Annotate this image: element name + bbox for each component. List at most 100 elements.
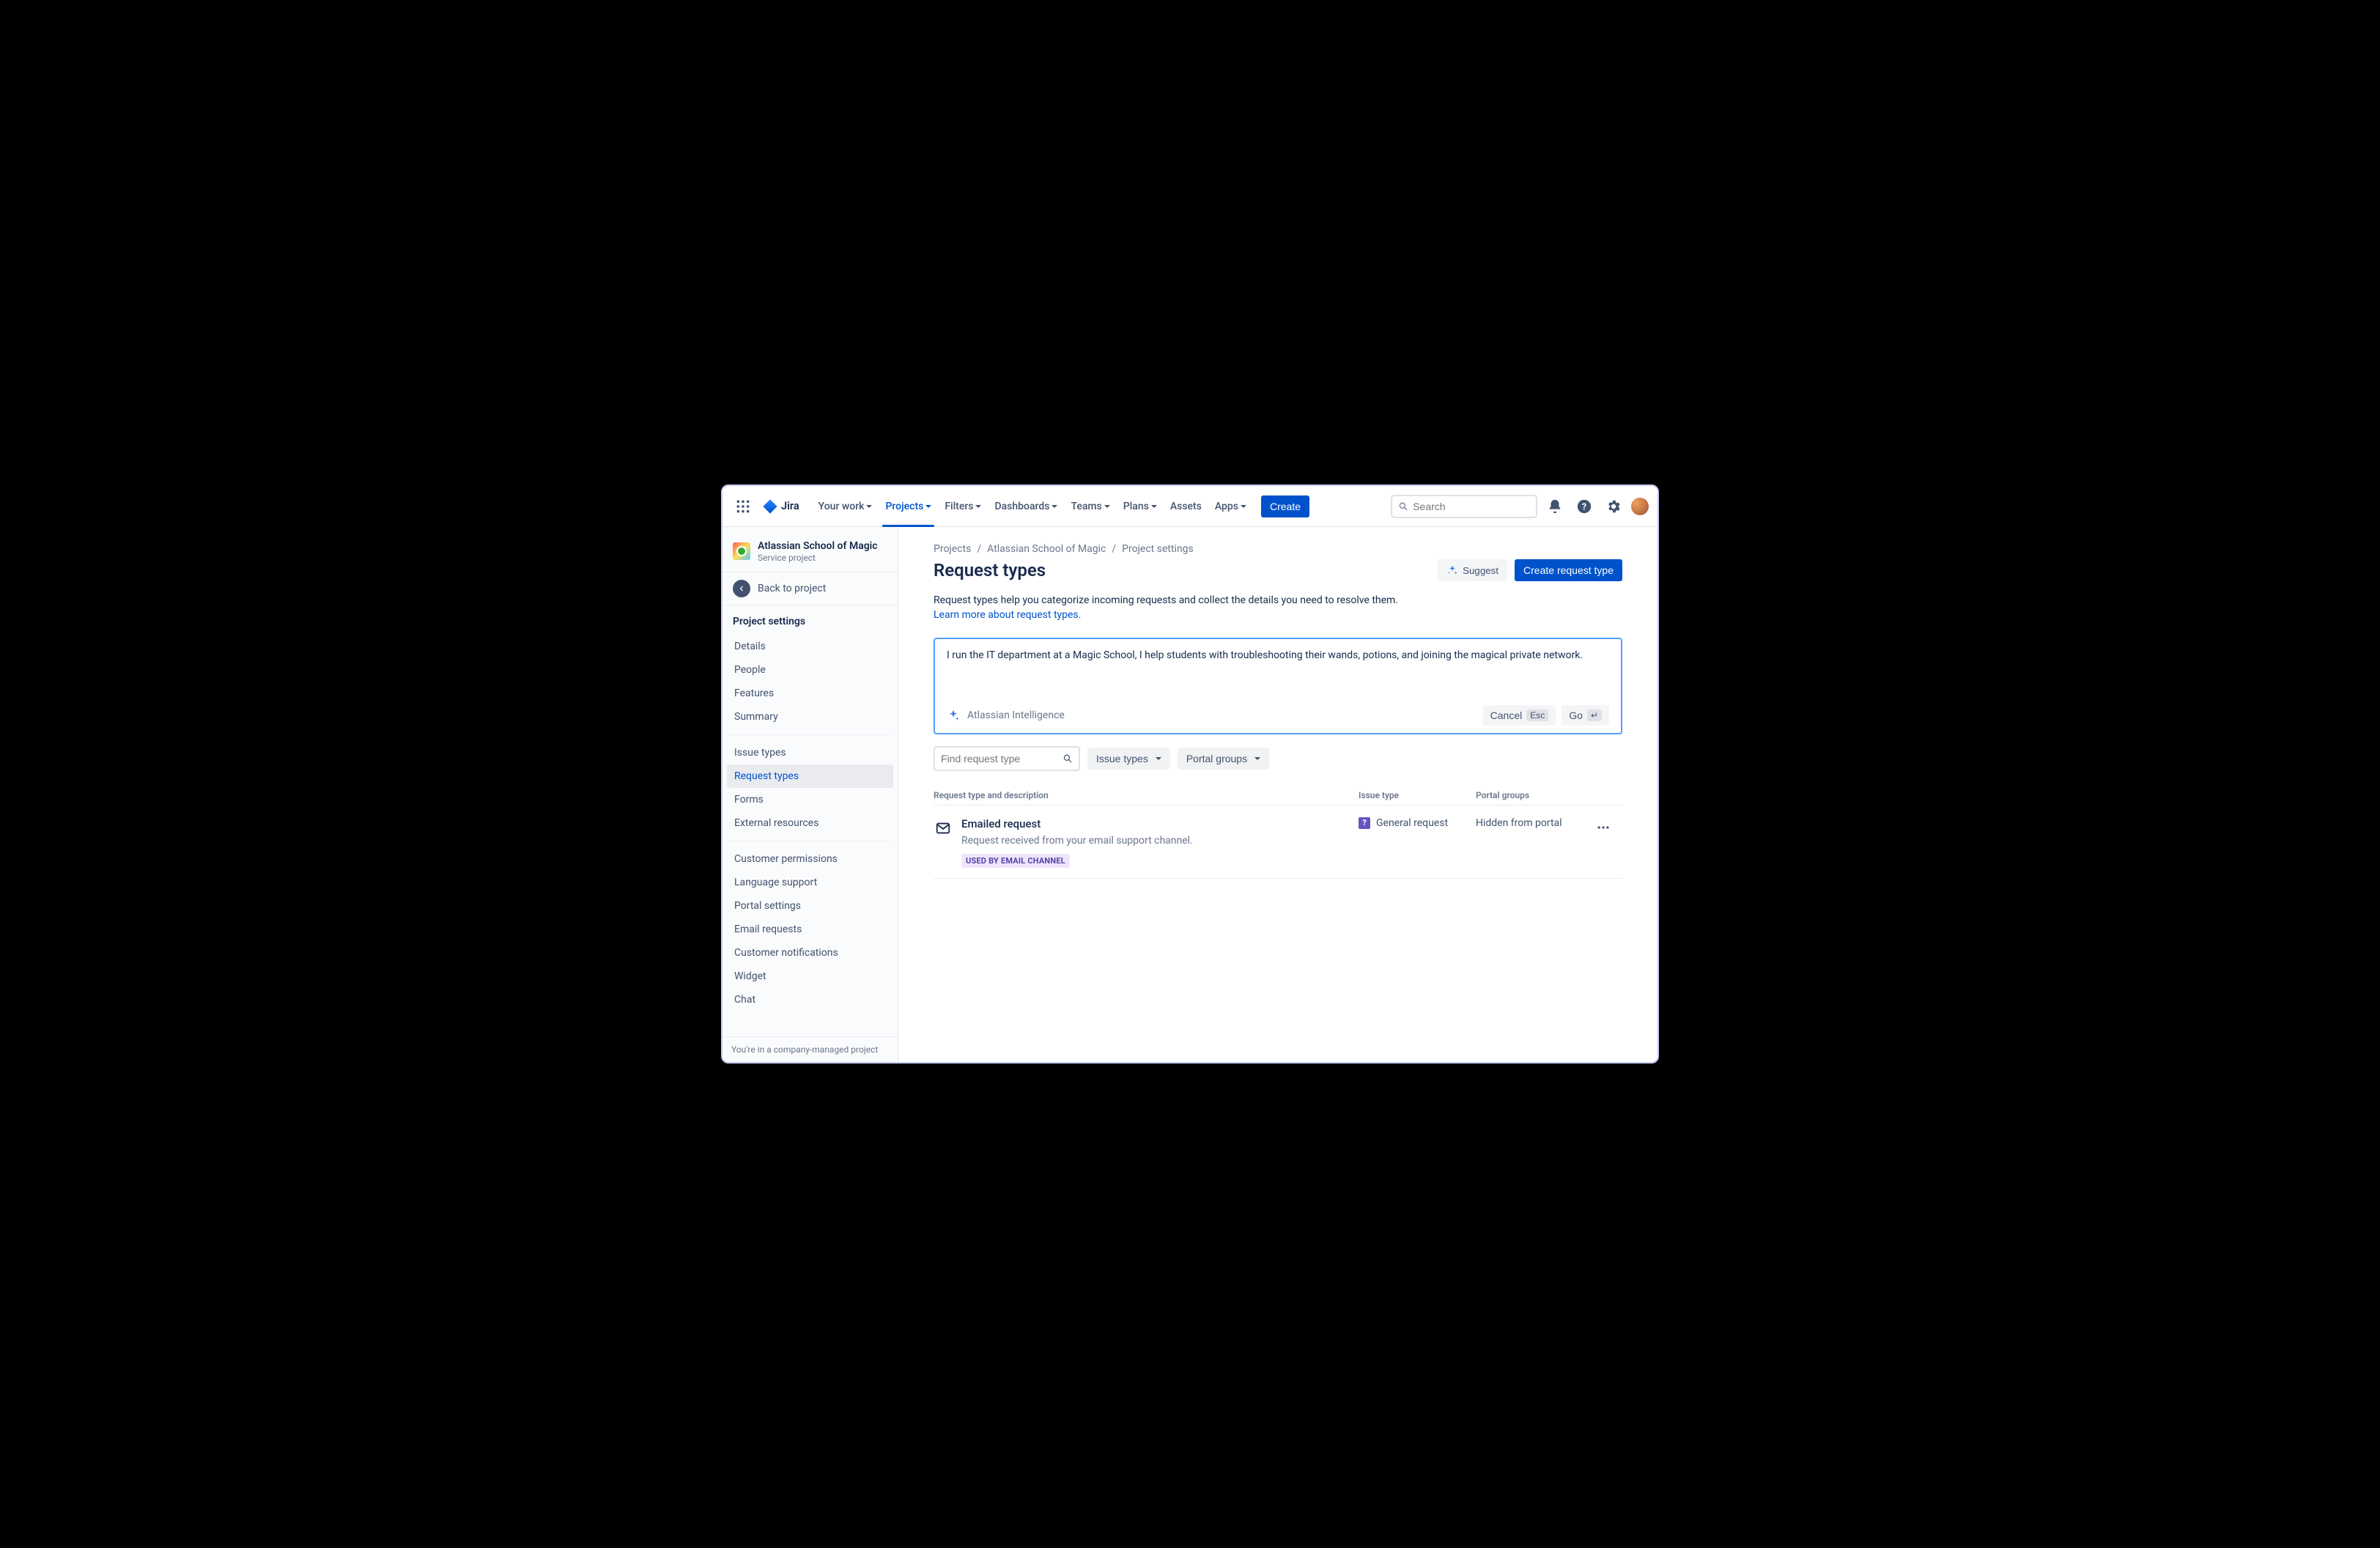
global-search[interactable] xyxy=(1391,495,1537,518)
sidebar-item-features[interactable]: Features xyxy=(727,682,893,705)
issue-type-icon: ? xyxy=(1359,817,1370,829)
chevron-down-icon xyxy=(925,505,931,508)
chevron-down-icon xyxy=(975,505,981,508)
nav-item-label: Assets xyxy=(1170,501,1202,512)
project-type: Service project xyxy=(758,553,878,563)
ai-prompt-box: Atlassian Intelligence Cancel Esc Go ↵ xyxy=(934,638,1622,734)
page-title: Request types xyxy=(934,560,1046,580)
nav-item-filters[interactable]: Filters xyxy=(939,486,987,527)
nav-item-plans[interactable]: Plans xyxy=(1117,486,1163,527)
sidebar-item-forms[interactable]: Forms xyxy=(727,788,893,811)
atlassian-intelligence-icon xyxy=(947,709,960,722)
back-to-project[interactable]: Back to project xyxy=(722,572,898,605)
column-desc: Request type and description xyxy=(934,790,1359,800)
sidebar-item-summary[interactable]: Summary xyxy=(727,705,893,729)
breadcrumb-separator: / xyxy=(977,543,981,555)
chevron-down-icon xyxy=(1104,505,1110,508)
project-header: Atlassian School of Magic Service projec… xyxy=(722,527,898,572)
sidebar-item-external-resources[interactable]: External resources xyxy=(727,811,893,835)
chevron-down-icon xyxy=(1241,505,1246,508)
nav-item-label: Dashboards xyxy=(994,501,1049,512)
sparkle-icon xyxy=(1446,564,1458,576)
project-icon xyxy=(733,542,750,560)
ai-go-button[interactable]: Go ↵ xyxy=(1562,705,1609,726)
notifications-icon[interactable] xyxy=(1543,495,1567,518)
nav-items: Your work Projects Filters Dashboards Teams P… xyxy=(813,486,1252,527)
chevron-down-icon xyxy=(1151,505,1157,508)
chevron-down-icon xyxy=(866,505,872,508)
portal-group-value: Hidden from portal xyxy=(1476,817,1593,829)
ai-cancel-button[interactable]: Cancel Esc xyxy=(1483,705,1556,726)
row-more-actions[interactable] xyxy=(1593,817,1614,838)
top-navigation: Jira Your work Projects Filters Dashboards T… xyxy=(722,486,1658,527)
enter-key-chip: ↵ xyxy=(1587,710,1602,721)
table-row[interactable]: Emailed requestRequest received from you… xyxy=(934,806,1622,879)
search-icon xyxy=(1398,501,1408,512)
ai-prompt-input[interactable] xyxy=(947,649,1609,696)
breadcrumb-item[interactable]: Atlassian School of Magic xyxy=(987,543,1106,555)
nav-item-label: Projects xyxy=(885,501,923,512)
jira-logo-text: Jira xyxy=(781,500,799,512)
sidebar-footer: You're in a company-managed project xyxy=(722,1036,898,1062)
app-window: Jira Your work Projects Filters Dashboards T… xyxy=(721,484,1659,1064)
sidebar-item-details[interactable]: Details xyxy=(727,635,893,658)
sidebar-item-chat[interactable]: Chat xyxy=(727,988,893,1011)
issue-type-label: General request xyxy=(1376,817,1448,829)
breadcrumb: Projects / Atlassian School of Magic / Proje… xyxy=(934,543,1622,555)
sidebar-item-people[interactable]: People xyxy=(727,658,893,682)
create-button[interactable]: Create xyxy=(1261,495,1309,517)
esc-key-chip: Esc xyxy=(1526,710,1548,721)
table-header: Request type and description Issue type … xyxy=(934,786,1622,806)
nav-item-assets[interactable]: Assets xyxy=(1164,486,1208,527)
sidebar-item-portal-settings[interactable]: Portal settings xyxy=(727,894,893,918)
search-icon xyxy=(1062,753,1073,764)
global-search-input[interactable] xyxy=(1413,501,1530,512)
chevron-down-icon xyxy=(1254,757,1260,760)
jira-logo[interactable]: Jira xyxy=(758,498,804,515)
issue-types-filter[interactable]: Issue types xyxy=(1087,748,1170,770)
nav-item-dashboards[interactable]: Dashboards xyxy=(988,486,1063,527)
app-switcher-icon[interactable] xyxy=(731,495,755,518)
main-content: Projects / Atlassian School of Magic / Proje… xyxy=(898,527,1658,1062)
back-label: Back to project xyxy=(758,583,826,594)
column-portal: Portal groups xyxy=(1476,790,1593,800)
find-request-type-input[interactable] xyxy=(941,753,1058,764)
learn-more-link[interactable]: Learn more about request types. xyxy=(934,609,1081,621)
sidebar-item-email-requests[interactable]: Email requests xyxy=(727,918,893,941)
nav-item-label: Apps xyxy=(1215,501,1238,512)
sidebar-item-issue-types[interactable]: Issue types xyxy=(727,741,893,764)
breadcrumb-item[interactable]: Project settings xyxy=(1122,543,1194,555)
nav-item-teams[interactable]: Teams xyxy=(1065,486,1115,527)
breadcrumb-item[interactable]: Projects xyxy=(934,543,971,555)
nav-item-label: Your work xyxy=(818,501,865,512)
help-icon[interactable]: ? xyxy=(1572,495,1596,518)
portal-groups-filter[interactable]: Portal groups xyxy=(1178,748,1269,770)
mail-icon xyxy=(934,819,953,838)
atlassian-intelligence-label: Atlassian Intelligence xyxy=(967,710,1065,721)
nav-item-projects[interactable]: Projects xyxy=(879,486,937,527)
breadcrumb-separator: / xyxy=(1112,543,1116,555)
used-by-email-badge: USED BY EMAIL CHANNEL xyxy=(961,854,1070,868)
nav-item-label: Filters xyxy=(945,501,973,512)
find-request-type-search[interactable] xyxy=(934,746,1080,771)
nav-item-apps[interactable]: Apps xyxy=(1209,486,1252,527)
sidebar-item-widget[interactable]: Widget xyxy=(727,965,893,988)
sidebar-item-language-support[interactable]: Language support xyxy=(727,871,893,894)
chevron-down-icon xyxy=(1156,757,1161,760)
sidebar-item-request-types[interactable]: Request types xyxy=(727,764,893,788)
column-issue: Issue type xyxy=(1359,790,1476,800)
svg-text:?: ? xyxy=(1582,501,1586,512)
suggest-button[interactable]: Suggest xyxy=(1438,559,1507,581)
nav-item-your-work[interactable]: Your work xyxy=(813,486,879,527)
sidebar: Atlassian School of Magic Service projec… xyxy=(722,527,898,1062)
sidebar-heading: Project settings xyxy=(722,605,898,633)
nav-item-label: Plans xyxy=(1123,501,1149,512)
settings-icon[interactable] xyxy=(1602,495,1625,518)
request-type-title: Emailed request xyxy=(961,817,1193,830)
sidebar-item-customer-permissions[interactable]: Customer permissions xyxy=(727,847,893,871)
project-title: Atlassian School of Magic xyxy=(758,540,878,553)
sidebar-item-customer-notifications[interactable]: Customer notifications xyxy=(727,941,893,965)
back-arrow-icon xyxy=(733,580,750,597)
user-avatar[interactable] xyxy=(1631,498,1649,515)
create-request-type-button[interactable]: Create request type xyxy=(1515,559,1622,581)
